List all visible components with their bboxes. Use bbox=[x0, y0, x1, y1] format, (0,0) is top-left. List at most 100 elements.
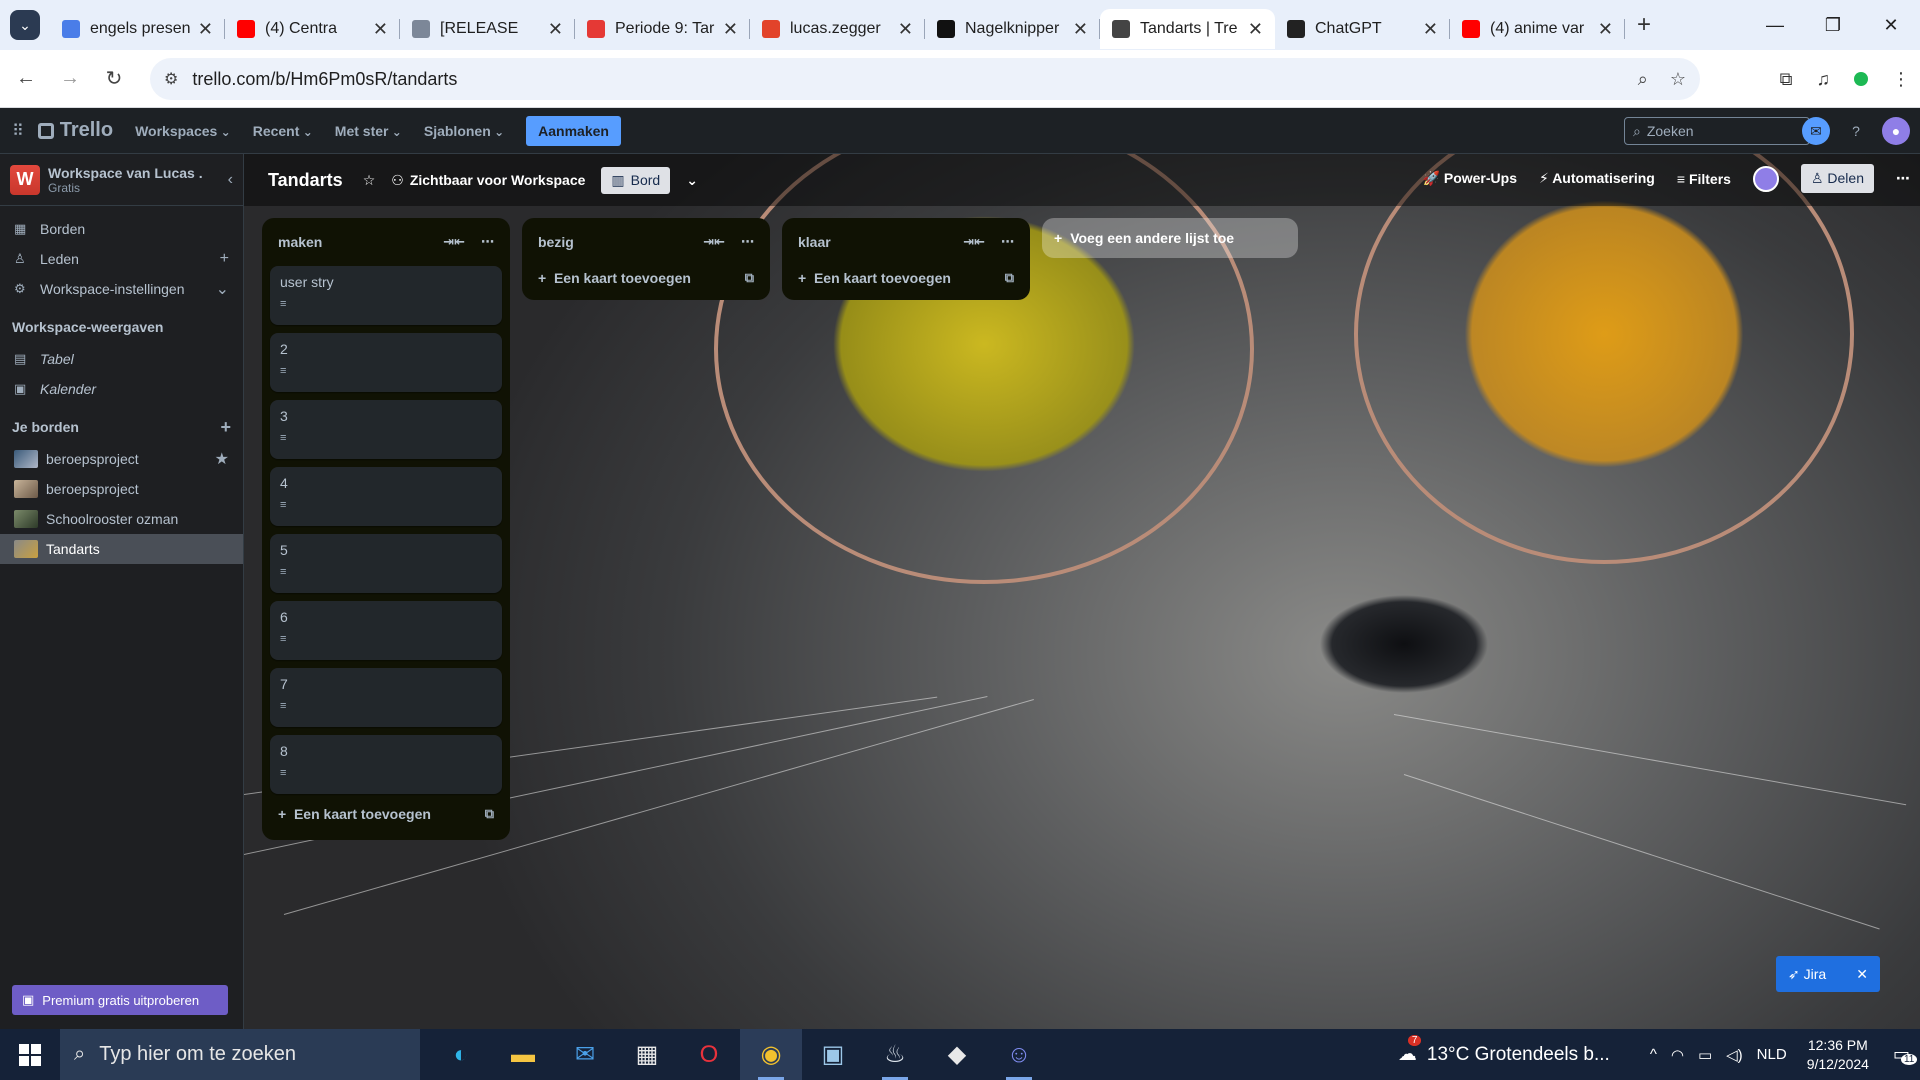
add-card-button[interactable]: + Een kaart toevoegen ⧉ bbox=[790, 262, 1022, 294]
board-title[interactable]: Tandarts bbox=[268, 170, 343, 191]
media-icon[interactable]: ♫ bbox=[1817, 69, 1831, 90]
sidebar-item-settings[interactable]: ⚙ Workspace-instellingen ⌄ bbox=[0, 274, 243, 304]
clock[interactable]: 12:36 PM 9/12/2024 bbox=[1807, 1036, 1869, 1074]
extensions-icon[interactable]: ⧉ bbox=[1780, 69, 1793, 90]
menu-recent[interactable]: Recent bbox=[253, 123, 313, 139]
notifications-icon[interactable]: ▭ 11 bbox=[1893, 1044, 1918, 1065]
automation-button[interactable]: ⚡ Automatisering bbox=[1539, 170, 1655, 187]
app-switcher-icon[interactable]: ⠿ bbox=[12, 121, 24, 141]
star-board-icon[interactable]: ☆ bbox=[363, 172, 376, 189]
card[interactable]: 4 ≡ bbox=[270, 467, 502, 526]
sidebar-board-tandarts[interactable]: Tandarts bbox=[0, 534, 243, 564]
browser-tab[interactable]: Periode 9: Tar ✕ bbox=[575, 9, 750, 49]
share-button[interactable]: ♙ Delen bbox=[1800, 164, 1874, 193]
card[interactable]: user stry ≡ bbox=[270, 266, 502, 325]
close-tab-icon[interactable]: ✕ bbox=[548, 19, 563, 40]
start-button[interactable] bbox=[0, 1029, 60, 1080]
card[interactable]: 6 ≡ bbox=[270, 601, 502, 660]
opera-icon[interactable]: O bbox=[678, 1029, 740, 1080]
menu-workspaces[interactable]: Workspaces bbox=[135, 123, 231, 139]
spotify-extension-icon[interactable] bbox=[1854, 72, 1868, 86]
jira-widget[interactable]: ➶ Jira ✕ bbox=[1776, 956, 1880, 992]
browser-tab[interactable]: ChatGPT ✕ bbox=[1275, 9, 1450, 49]
template-icon[interactable]: ⧉ bbox=[745, 270, 754, 286]
sidebar-item-members[interactable]: ♙ Leden + bbox=[0, 244, 243, 274]
list-title[interactable]: klaar bbox=[798, 234, 831, 250]
browser-tab[interactable]: lucas.zegger ✕ bbox=[750, 9, 925, 49]
add-card-button[interactable]: + Een kaart toevoegen ⧉ bbox=[270, 798, 502, 830]
close-icon[interactable]: ✕ bbox=[1856, 966, 1868, 983]
zoom-icon[interactable]: ⌕ bbox=[1638, 69, 1648, 90]
tab-search-button[interactable]: ⌄ bbox=[10, 10, 40, 40]
omnibox[interactable]: ⚙ trello.com/b/Hm6Pm0sR/tandarts ⌕ ☆ bbox=[150, 58, 1700, 100]
site-info-icon[interactable]: ⚙ bbox=[164, 69, 178, 89]
collapse-sidebar-icon[interactable]: ‹ bbox=[228, 171, 233, 189]
network-icon[interactable]: ◠ bbox=[1671, 1046, 1684, 1064]
browser-tab[interactable]: [RELEASE ✕ bbox=[400, 9, 575, 49]
workspace-name[interactable]: Workspace van Lucas . bbox=[48, 165, 203, 181]
list-header[interactable]: maken ⇥⇤ ⋯ bbox=[270, 226, 502, 258]
card[interactable]: 5 ≡ bbox=[270, 534, 502, 593]
add-list-button[interactable]: + Voeg een andere lijst toe bbox=[1042, 218, 1298, 258]
chevron-down-icon[interactable]: ⌄ bbox=[216, 279, 229, 299]
mail-icon[interactable]: ✉ bbox=[554, 1029, 616, 1080]
forward-icon[interactable]: → bbox=[52, 67, 88, 90]
account-avatar[interactable]: ● bbox=[1882, 117, 1910, 145]
list-menu-icon[interactable]: ⋯ bbox=[481, 234, 494, 250]
star-icon[interactable]: ★ bbox=[215, 449, 229, 469]
new-tab-button[interactable]: + bbox=[1637, 11, 1651, 39]
sidebar-item-boards[interactable]: ▦ Borden bbox=[0, 214, 243, 244]
close-tab-icon[interactable]: ✕ bbox=[723, 19, 738, 40]
filters-button[interactable]: ≡ Filters bbox=[1677, 171, 1731, 187]
view-switch-chevron-icon[interactable]: ⌄ bbox=[686, 172, 698, 189]
add-card-button[interactable]: + Een kaart toevoegen ⧉ bbox=[530, 262, 762, 294]
reload-icon[interactable]: ↻ bbox=[96, 66, 132, 91]
list-title[interactable]: maken bbox=[278, 234, 322, 250]
member-avatar[interactable] bbox=[1752, 165, 1779, 192]
powerups-button[interactable]: 🚀 Power-Ups bbox=[1423, 170, 1517, 187]
board-menu-icon[interactable]: ⋯ bbox=[1896, 170, 1910, 187]
template-icon[interactable]: ⧉ bbox=[485, 806, 494, 822]
sidebar-board-beroepsproject-2[interactable]: beroepsproject bbox=[0, 474, 243, 504]
notifications-icon[interactable]: ✉ bbox=[1802, 117, 1830, 145]
template-icon[interactable]: ⧉ bbox=[1005, 270, 1014, 286]
card[interactable]: 7 ≡ bbox=[270, 668, 502, 727]
menu-templates[interactable]: Sjablonen bbox=[424, 123, 504, 139]
add-member-icon[interactable]: + bbox=[220, 250, 229, 268]
list-header[interactable]: klaar ⇥⇤ ⋯ bbox=[790, 226, 1022, 258]
url-text[interactable]: trello.com/b/Hm6Pm0sR/tandarts bbox=[192, 69, 1615, 90]
browser-tab[interactable]: (4) Centra ✕ bbox=[225, 9, 400, 49]
workspace-logo[interactable]: W bbox=[10, 164, 40, 195]
edge-icon[interactable]: ◐ bbox=[430, 1029, 492, 1080]
browser-tab[interactable]: Nagelknipper ✕ bbox=[925, 9, 1100, 49]
chevron-up-icon[interactable]: ^ bbox=[1650, 1046, 1657, 1063]
sidebar-board-beroepsproject-1[interactable]: beroepsproject ★ bbox=[0, 444, 243, 474]
browser-tab[interactable]: (4) anime var ✕ bbox=[1450, 9, 1625, 49]
collapse-list-icon[interactable]: ⇥⇤ bbox=[443, 234, 465, 250]
list-menu-icon[interactable]: ⋯ bbox=[1001, 234, 1014, 250]
visibility-button[interactable]: ⚇ Zichtbaar voor Workspace bbox=[391, 172, 585, 189]
card[interactable]: 8 ≡ bbox=[270, 735, 502, 794]
collapse-list-icon[interactable]: ⇥⇤ bbox=[963, 234, 985, 250]
search-input[interactable]: ⌕ Zoeken bbox=[1624, 117, 1810, 145]
create-button[interactable]: Aanmaken bbox=[526, 115, 621, 146]
store-icon[interactable]: ▦ bbox=[616, 1029, 678, 1080]
sidebar-item-calendar[interactable]: ▣ Kalender bbox=[0, 374, 243, 404]
steam-icon[interactable]: ♨ bbox=[864, 1029, 926, 1080]
collapse-list-icon[interactable]: ⇥⇤ bbox=[703, 234, 725, 250]
help-icon[interactable]: ? bbox=[1842, 117, 1870, 145]
close-tab-icon[interactable]: ✕ bbox=[898, 19, 913, 40]
list-title[interactable]: bezig bbox=[538, 234, 574, 250]
browser-tab[interactable]: engels presen ✕ bbox=[50, 9, 225, 49]
add-board-icon[interactable]: + bbox=[220, 417, 231, 438]
close-window-icon[interactable]: ✕ bbox=[1862, 0, 1920, 50]
card[interactable]: 2 ≡ bbox=[270, 333, 502, 392]
browser-tab[interactable]: Tandarts | Tre ✕ bbox=[1100, 9, 1275, 49]
list-header[interactable]: bezig ⇥⇤ ⋯ bbox=[530, 226, 762, 258]
close-tab-icon[interactable]: ✕ bbox=[1598, 19, 1613, 40]
list-menu-icon[interactable]: ⋯ bbox=[741, 234, 754, 250]
sidebar-item-table[interactable]: ▤ Tabel bbox=[0, 344, 243, 374]
close-tab-icon[interactable]: ✕ bbox=[1248, 19, 1263, 40]
restore-icon[interactable]: ❐ bbox=[1804, 0, 1862, 50]
menu-starred[interactable]: Met ster bbox=[335, 123, 402, 139]
